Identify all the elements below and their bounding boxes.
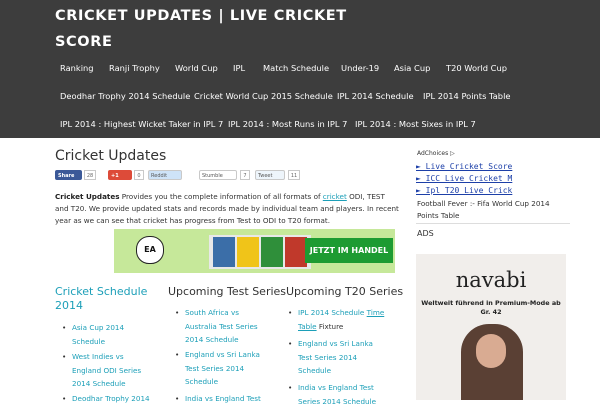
gplus-count: 0: [134, 170, 144, 180]
stumble-count: 7: [240, 170, 250, 180]
nav-item-ipl-2014-points-table[interactable]: IPL 2014 Points Table: [423, 90, 510, 102]
game-boxes-image: [209, 235, 311, 269]
intro-text-1: Provides you the complete information of…: [119, 192, 323, 201]
nav-item-world-cup-2015-schedule[interactable]: Cricket World Cup 2015 Schedule: [194, 90, 333, 102]
list-item[interactable]: • West Indies vs England ODI Series 2014 …: [62, 350, 152, 391]
list-item[interactable]: • Deodhar Trophy 2014: [62, 392, 152, 406]
adchoices-label[interactable]: AdChoices ▷: [417, 150, 455, 157]
list-item[interactable]: • England vs Sri Lanka Test Series 2014 S…: [175, 348, 273, 389]
navabi-ad[interactable]: navabi Weltweit führend in Premium-Mode …: [416, 254, 566, 400]
football-fever-link[interactable]: Football Fever :- Fifa World Cup 2014 Po…: [417, 198, 567, 222]
nav-item-deodhar-trophy[interactable]: Deodhar Trophy 2014 Schedule: [60, 90, 190, 102]
upcoming-t20-series-heading: Upcoming T20 Series: [286, 285, 404, 298]
site-header: CRICKET UPDATES | LIVE CRICKET SCORE Ran…: [0, 0, 600, 138]
nav-item-world-cup[interactable]: World Cup: [175, 62, 218, 74]
upcoming-test-series-heading: Upcoming Test Series: [168, 285, 287, 298]
list-item[interactable]: • India vs England Test: [175, 392, 273, 406]
intro-paragraph: Cricket Updates Provides you the complet…: [55, 191, 400, 227]
cricket-schedule-heading: Cricket Schedule 2014: [55, 285, 148, 312]
nav-item-ipl-2014-schedule[interactable]: IPL 2014 Schedule: [337, 90, 414, 102]
sidebar-divider: [416, 223, 570, 224]
site-title[interactable]: CRICKET UPDATES | LIVE CRICKET SCORE: [55, 3, 385, 55]
nav-item-ranking[interactable]: Ranking: [60, 62, 94, 74]
ad-banner[interactable]: EA JETZT IM HANDEL: [114, 229, 395, 273]
list-item[interactable]: • India vs England Test Series 2014 Sched…: [288, 381, 388, 408]
nav-item-most-runs[interactable]: IPL 2014 : Most Runs in IPL 7: [228, 118, 347, 130]
navabi-tagline: Weltweit führend in Premium-Mode ab Gr. …: [421, 299, 561, 316]
sidebar-ad-link-icc-live[interactable]: ► ICC Live Cricket M: [416, 174, 512, 183]
ads-heading: ADS: [417, 229, 434, 238]
list-item[interactable]: • England vs Sri Lanka Test Series 2014 S…: [288, 337, 388, 378]
tweet-count: 11: [288, 170, 300, 180]
facebook-share-button[interactable]: Share: [55, 170, 82, 180]
stumble-button[interactable]: Stumble: [199, 170, 237, 180]
page-title: Cricket Updates: [55, 148, 167, 164]
gplus-button[interactable]: +1: [108, 170, 132, 180]
facebook-count: 28: [84, 170, 96, 180]
model-face: [476, 334, 506, 368]
ea-sports-logo: EA: [136, 236, 164, 264]
banner-cta-button[interactable]: JETZT IM HANDEL: [305, 238, 393, 263]
list-item[interactable]: • South Africa vs Australia Test Series 2…: [175, 306, 273, 347]
nav-item-ranji-trophy[interactable]: Ranji Trophy: [109, 62, 160, 74]
intro-bold: Cricket Updates: [55, 192, 120, 201]
nav-item-highest-wicket-taker[interactable]: IPL 2014 : Highest Wicket Taker in IPL 7: [60, 118, 223, 130]
list-item[interactable]: • Asia Cup 2014 Schedule: [62, 321, 152, 348]
nav-item-most-sixes[interactable]: IPL 2014 : Most Sixes in IPL 7: [355, 118, 476, 130]
tweet-button[interactable]: Tweet: [255, 170, 285, 180]
sidebar-ad-link-ipl-t20[interactable]: ► Ipl T20 Live Crick: [416, 186, 512, 195]
navabi-logo: navabi: [455, 268, 527, 292]
nav-item-under-19[interactable]: Under-19: [341, 62, 379, 74]
reddit-button[interactable]: Reddit: [148, 170, 182, 180]
nav-item-match-schedule[interactable]: Match Schedule: [263, 62, 329, 74]
nav-item-asia-cup[interactable]: Asia Cup: [394, 62, 430, 74]
list-item[interactable]: • IPL 2014 Schedule Time Table Fixture: [288, 306, 388, 333]
nav-item-t20-world-cup[interactable]: T20 World Cup: [446, 62, 507, 74]
nav-item-ipl[interactable]: IPL: [233, 62, 245, 74]
sidebar-ad-link-live-score[interactable]: ► Live Cricket Score: [416, 162, 512, 171]
cricket-link[interactable]: cricket: [323, 192, 347, 201]
